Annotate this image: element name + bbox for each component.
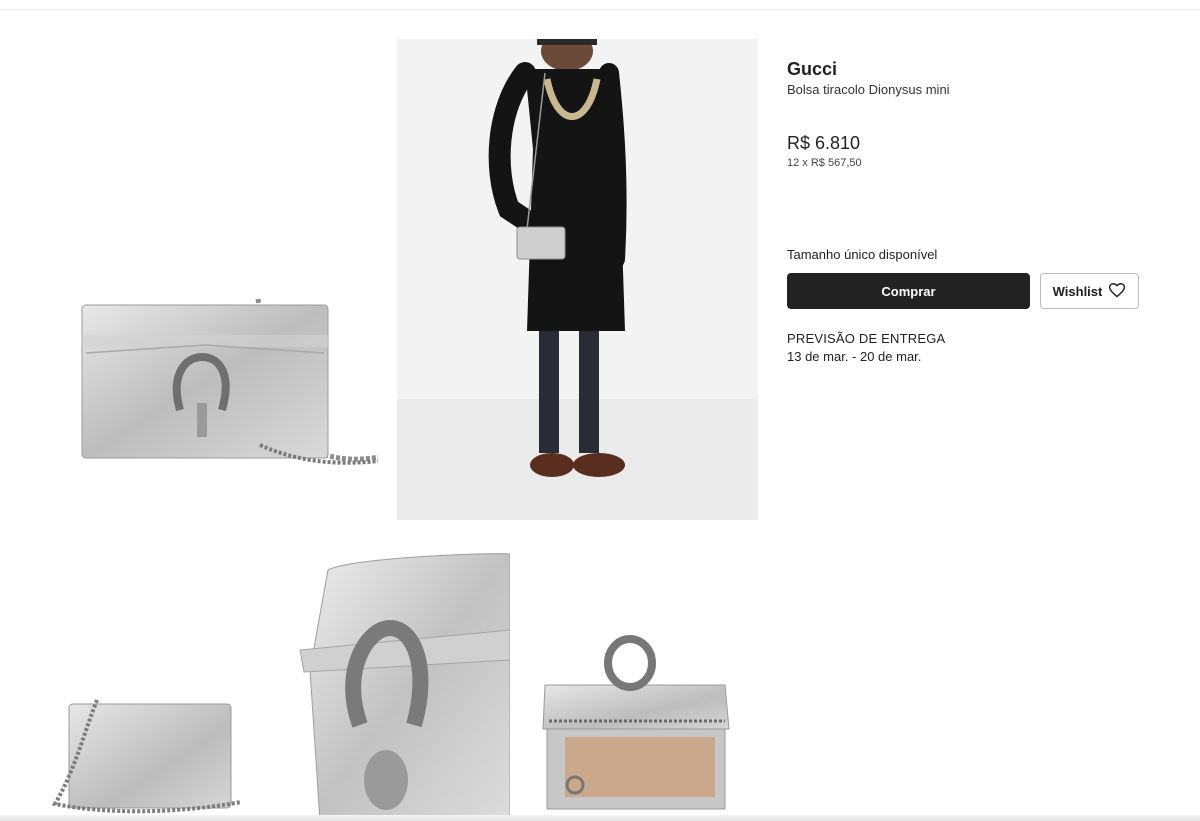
product-image-front[interactable] (60, 285, 390, 470)
product-image-interior[interactable] (535, 625, 740, 815)
installment-price: 12 x R$ 567,50 (787, 157, 862, 169)
product-image-side[interactable] (45, 690, 245, 815)
brand-name[interactable]: Gucci (787, 58, 1147, 80)
bottom-edge (0, 815, 1200, 821)
product-name: Bolsa tiracolo Dionysus mini (787, 82, 950, 97)
product-info: Gucci Bolsa tiracolo Dionysus mini (787, 58, 1147, 98)
size-availability: Tamanho único disponível (787, 247, 938, 262)
buy-button[interactable]: Comprar (787, 273, 1030, 309)
top-bar (0, 0, 1200, 10)
delivery-estimate-dates: 13 de mar. - 20 de mar. (787, 349, 922, 364)
heart-icon (1108, 282, 1126, 301)
wishlist-button[interactable]: Wishlist (1040, 273, 1139, 309)
wishlist-label: Wishlist (1052, 283, 1103, 299)
product-image-clasp-closeup[interactable] (290, 550, 510, 821)
product-price: R$ 6.810 (787, 133, 861, 153)
delivery-estimate-title: PREVISÃO DE ENTREGA (787, 331, 946, 346)
product-image-model[interactable] (397, 39, 758, 520)
